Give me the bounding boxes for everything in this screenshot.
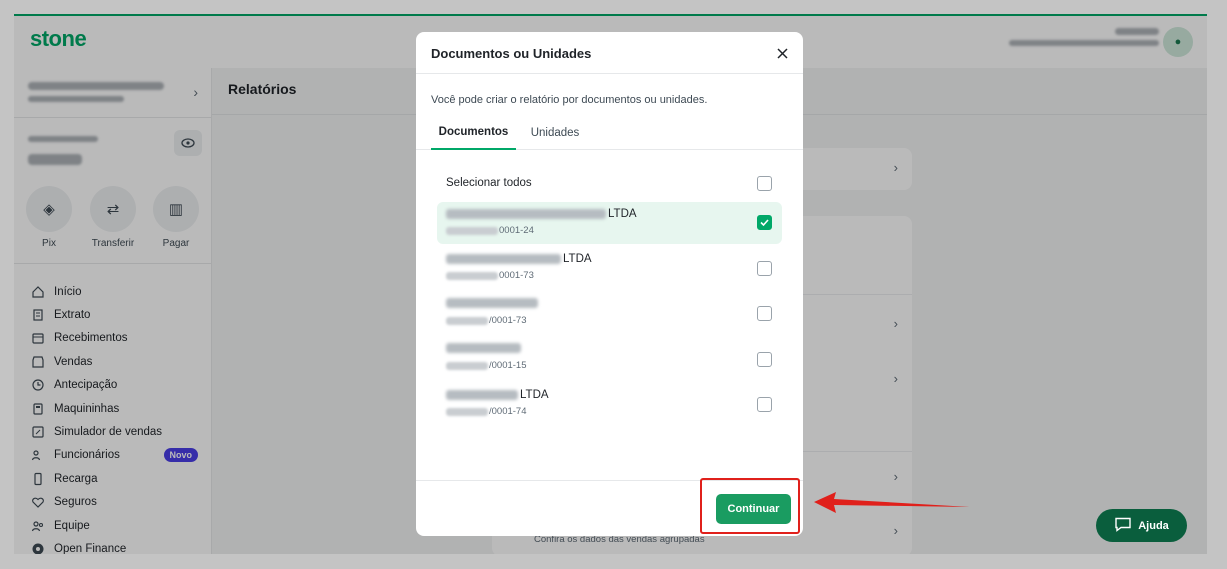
chat-icon <box>1114 517 1132 535</box>
document-checkbox[interactable] <box>757 215 772 230</box>
tab-documentos[interactable]: Documentos <box>431 116 516 150</box>
close-icon[interactable] <box>773 44 791 62</box>
document-checkbox[interactable] <box>757 306 772 321</box>
document-id: 0001-24 <box>499 225 534 236</box>
check-icon <box>760 219 769 227</box>
modal-header: Documentos ou Unidades <box>416 32 803 74</box>
document-row[interactable]: LTDA 0001-73 <box>437 247 782 289</box>
help-button[interactable]: Ajuda <box>1096 509 1187 542</box>
document-checkbox[interactable] <box>757 352 772 367</box>
modal-description: Você pode criar o relatório por document… <box>431 94 708 106</box>
document-name: LTDA <box>608 208 637 220</box>
document-row[interactable]: /0001-73 <box>437 292 782 334</box>
document-row[interactable]: /0001-15 <box>437 337 782 379</box>
document-row[interactable]: LTDA 0001-24 <box>437 202 782 244</box>
document-row[interactable]: LTDA /0001-74 <box>437 383 782 425</box>
tab-unidades[interactable]: Unidades <box>524 116 586 150</box>
modal-title: Documentos ou Unidades <box>431 46 592 61</box>
document-checkbox[interactable] <box>757 397 772 412</box>
document-name: LTDA <box>563 253 592 265</box>
document-checkbox[interactable] <box>757 261 772 276</box>
document-id: 0001-73 <box>499 270 534 281</box>
document-id: /0001-15 <box>489 360 527 371</box>
annotation-arrow-icon <box>814 492 970 513</box>
modal-tabs: Documentos Unidades <box>416 116 803 150</box>
document-name: LTDA <box>520 389 549 401</box>
document-id: /0001-73 <box>489 315 527 326</box>
document-id: /0001-74 <box>489 406 527 417</box>
select-all-checkbox[interactable] <box>757 176 772 191</box>
annotation-highlight-box <box>700 478 800 534</box>
select-all-label: Selecionar todos <box>446 177 532 189</box>
documents-modal: Documentos ou Unidades Você pode criar o… <box>416 32 803 536</box>
